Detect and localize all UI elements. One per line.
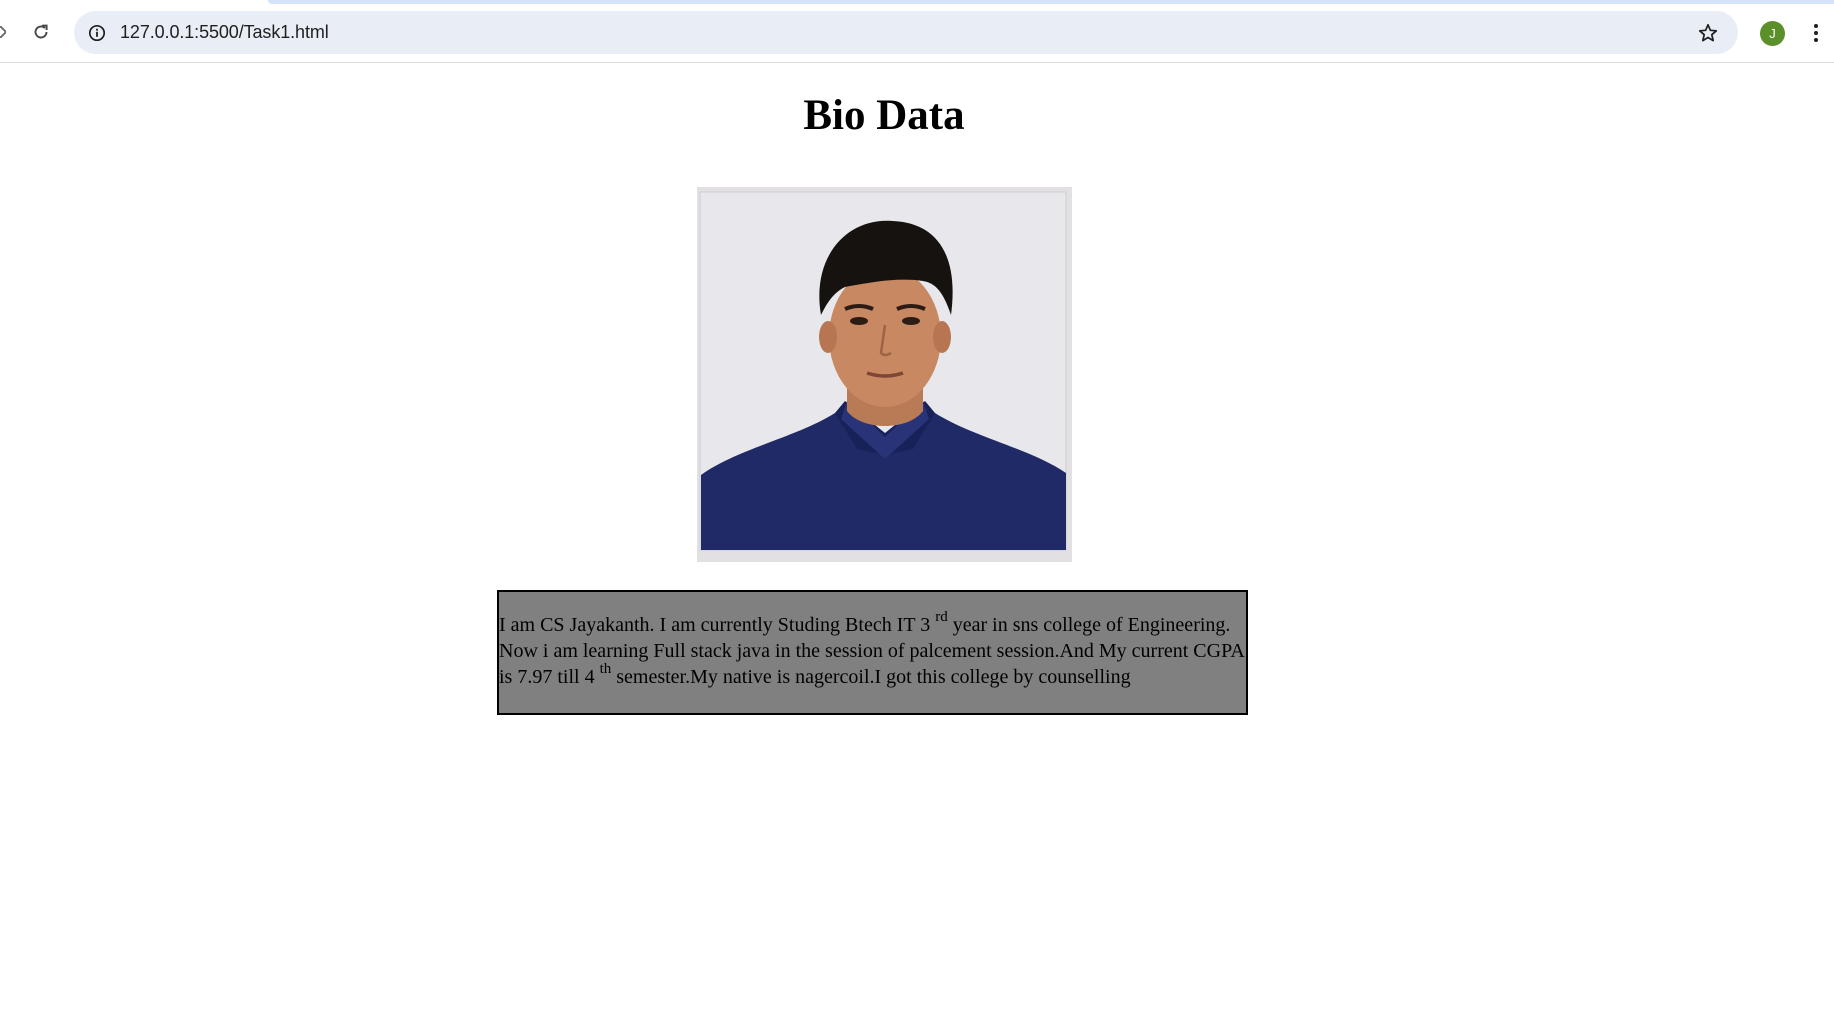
url-text[interactable]: 127.0.0.1:5500/Task1.html bbox=[120, 22, 329, 43]
bio-text-part3: semester.My native is nagercoil.I got th… bbox=[611, 666, 1131, 688]
info-icon bbox=[88, 24, 106, 42]
bio-text-part1: I am CS Jayakanth. I am currently Studin… bbox=[499, 614, 936, 636]
browser-menu-button[interactable] bbox=[1806, 19, 1826, 47]
page-content: Bio Data I am CS Jayakanth. I am current… bbox=[0, 63, 1834, 1026]
profile-avatar[interactable]: J bbox=[1760, 21, 1785, 46]
site-info-button[interactable] bbox=[84, 20, 110, 46]
bookmark-button[interactable] bbox=[1694, 19, 1722, 47]
reload-icon bbox=[34, 24, 48, 39]
reload-button[interactable] bbox=[26, 17, 56, 47]
back-arrow-icon[interactable] bbox=[0, 26, 6, 38]
tab-strip-edge bbox=[268, 0, 1834, 4]
bio-paragraph: I am CS Jayakanth. I am currently Studin… bbox=[497, 590, 1248, 715]
star-icon bbox=[1698, 23, 1718, 42]
bio-sup-rd: rd bbox=[935, 609, 948, 626]
address-bar[interactable]: 127.0.0.1:5500/Task1.html bbox=[74, 11, 1738, 54]
browser-toolbar: 127.0.0.1:5500/Task1.html J bbox=[0, 0, 1834, 63]
bio-sup-th: th bbox=[599, 661, 612, 678]
kebab-menu-icon bbox=[1814, 24, 1818, 42]
page-title: Bio Data bbox=[803, 92, 965, 139]
profile-photo bbox=[697, 187, 1072, 562]
